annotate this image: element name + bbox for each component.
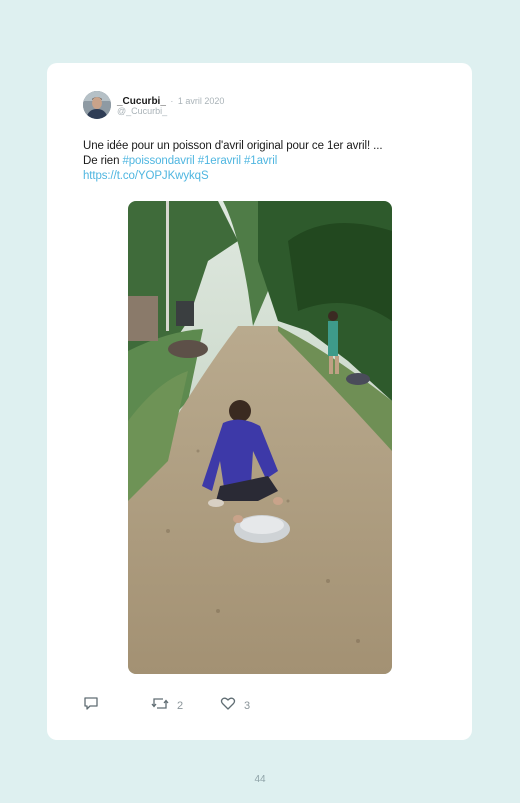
tweet-card: _Cucurbi_ · 1 avril 2020 @_Cucurbi_ Une … (47, 63, 472, 740)
reply-button[interactable] (83, 696, 99, 716)
tweet-text-line2: De rien #poissondavril #1eravril #1avril (83, 154, 443, 169)
avatar[interactable] (83, 91, 111, 119)
page-number: 44 (254, 774, 266, 785)
hashtag-poissondavril[interactable]: #poissondavril (122, 155, 194, 167)
like-count: 3 (244, 700, 251, 712)
hashtag-1avril[interactable]: #1avril (244, 155, 277, 167)
reply-icon (83, 696, 99, 716)
retweet-icon (151, 696, 169, 716)
hashtag-1eravril[interactable]: #1eravril (198, 155, 241, 167)
tweet-text-line1: Une idée pour un poisson d'avril origina… (83, 140, 383, 152)
tweet-text-prefix: De rien (83, 155, 123, 167)
separator: · (170, 96, 174, 106)
retweet-button[interactable]: 2 (151, 696, 183, 716)
like-button[interactable]: 3 (220, 696, 250, 716)
tweet-date[interactable]: 1 avril 2020 (178, 96, 225, 106)
author-handle[interactable]: @_Cucurbi_ (117, 106, 167, 116)
retweet-count: 2 (177, 700, 184, 712)
tweet-link[interactable]: https://t.co/YOPJKwykqS (83, 169, 443, 184)
heart-icon (220, 696, 236, 716)
tweet-actions: 2 3 (83, 696, 383, 712)
video-media[interactable] (128, 201, 392, 674)
tweet-text: Une idée pour un poisson d'avril origina… (83, 139, 443, 184)
